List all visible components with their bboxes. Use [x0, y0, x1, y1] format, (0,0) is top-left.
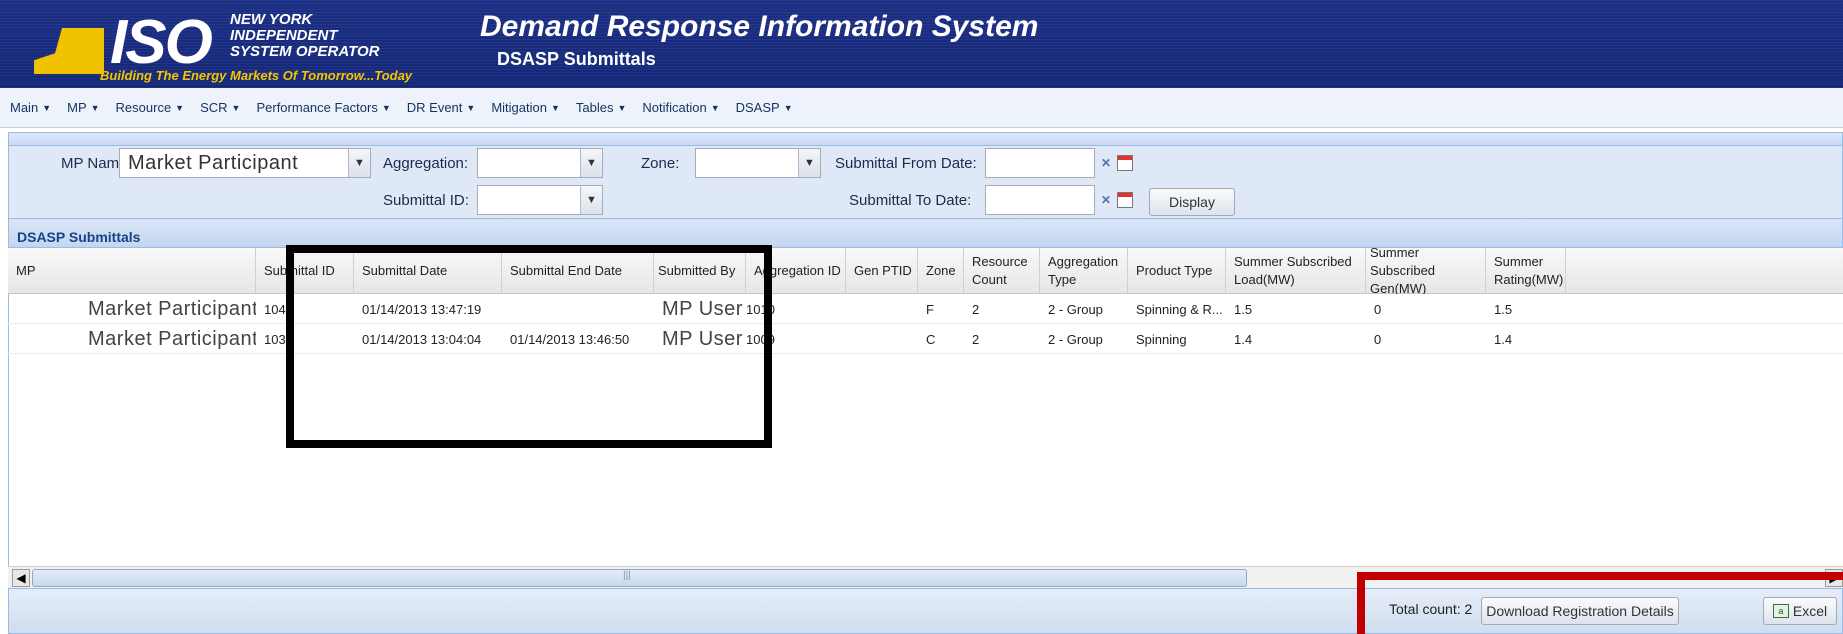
caret-down-icon: ▼: [231, 102, 241, 113]
menu-scr[interactable]: SCR ▼: [200, 100, 240, 115]
aggregation-label: Aggregation:: [383, 155, 469, 172]
logo-iso-text: ISO: [110, 8, 213, 77]
grip-icon: |||: [623, 570, 631, 581]
caret-down-icon: ▼: [550, 102, 560, 113]
clear-icon[interactable]: ✕: [1101, 193, 1111, 207]
menu-tables[interactable]: Tables ▼: [576, 100, 627, 115]
app-title: Demand Response Information System: [480, 10, 1039, 43]
col-zone[interactable]: Zone: [918, 248, 964, 294]
page-subtitle: DSASP Submittals: [497, 49, 656, 69]
col-product-type[interactable]: Product Type: [1128, 248, 1226, 294]
menu-dsasp[interactable]: DSASP ▼: [736, 100, 793, 115]
from-date-label: Submittal From Date:: [835, 155, 977, 172]
menu-mitigation[interactable]: Mitigation ▼: [491, 100, 560, 115]
col-resource-count[interactable]: Resource Count: [964, 248, 1040, 294]
caret-down-icon: ▼: [617, 102, 627, 113]
grid-title: DSASP Submittals: [8, 218, 1843, 248]
annotation-highlight-box-red: [1357, 572, 1843, 634]
caret-down-icon: ▼: [783, 102, 793, 113]
from-date-input[interactable]: [985, 148, 1095, 178]
to-date-label: Submittal To Date:: [849, 192, 972, 209]
menu-performance-factors[interactable]: Performance Factors ▼: [256, 100, 390, 115]
caret-down-icon: ▼: [42, 102, 52, 113]
table-row[interactable]: Market Participant 104 01/14/2013 13:47:…: [8, 294, 1843, 324]
zone-label: Zone:: [641, 155, 680, 172]
zone-select[interactable]: ▼: [695, 148, 821, 178]
menu-main[interactable]: Main ▼: [10, 100, 51, 115]
submittal-id-label: Submittal ID:: [383, 192, 469, 209]
col-gen-ptid[interactable]: Gen PTID: [846, 248, 918, 294]
chevron-down-icon[interactable]: ▼: [798, 149, 820, 177]
table-row[interactable]: Market Participant 103 01/14/2013 13:04:…: [8, 324, 1843, 354]
clear-icon[interactable]: ✕: [1101, 156, 1111, 170]
col-summer-rating[interactable]: Summer Rating(MW): [1486, 248, 1566, 294]
menu-notification[interactable]: Notification ▼: [642, 100, 719, 115]
calendar-icon[interactable]: [1117, 155, 1134, 171]
logo-org-name: NEW YORK INDEPENDENT SYSTEM OPERATOR: [230, 11, 380, 60]
main-menu-bar: Main ▼ MP ▼ Resource ▼ SCR ▼ Performance Fac…: [0, 88, 1843, 128]
submittal-id-select[interactable]: ▼: [477, 185, 603, 215]
chevron-down-icon[interactable]: ▼: [580, 186, 602, 214]
menu-resource[interactable]: Resource ▼: [116, 100, 185, 115]
chevron-down-icon[interactable]: ▼: [348, 149, 370, 177]
panel-divider: [8, 132, 1843, 146]
col-aggregation-type[interactable]: Aggregation Type: [1040, 248, 1128, 294]
scroll-left-arrow-icon[interactable]: ◀: [12, 569, 30, 587]
aggregation-select[interactable]: ▼: [477, 148, 603, 178]
caret-down-icon: ▼: [710, 102, 720, 113]
to-date-input[interactable]: [985, 185, 1095, 215]
calendar-icon[interactable]: [1117, 192, 1134, 208]
caret-down-icon: ▼: [175, 102, 185, 113]
chevron-down-icon[interactable]: ▼: [580, 149, 602, 177]
grid-header: MP Submittal ID Submittal Date Submittal…: [8, 245, 1843, 296]
scrollbar-thumb[interactable]: [32, 569, 1247, 587]
caret-down-icon: ▼: [90, 102, 100, 113]
nyiso-logo: ISO NEW YORK INDEPENDENT SYSTEM OPERATOR…: [20, 6, 460, 84]
app-header: ISO NEW YORK INDEPENDENT SYSTEM OPERATOR…: [0, 0, 1843, 88]
menu-dr-event[interactable]: DR Event ▼: [407, 100, 476, 115]
col-mp[interactable]: MP: [8, 248, 256, 294]
caret-down-icon: ▼: [466, 102, 476, 113]
new-york-state-shape: [34, 28, 104, 74]
display-button[interactable]: Display: [1149, 188, 1235, 216]
menu-mp[interactable]: MP ▼: [67, 100, 99, 115]
annotation-highlight-box: [286, 245, 772, 448]
col-summer-gen[interactable]: Summer Subscribed Gen(MW): [1366, 245, 1486, 296]
logo-tagline: Building The Energy Markets Of Tomorrow.…: [100, 68, 413, 83]
caret-down-icon: ▼: [381, 102, 391, 113]
mp-name-select[interactable]: Market Participant ▼: [119, 148, 371, 178]
col-summer-load[interactable]: Summer Subscribed Load(MW): [1226, 248, 1366, 294]
